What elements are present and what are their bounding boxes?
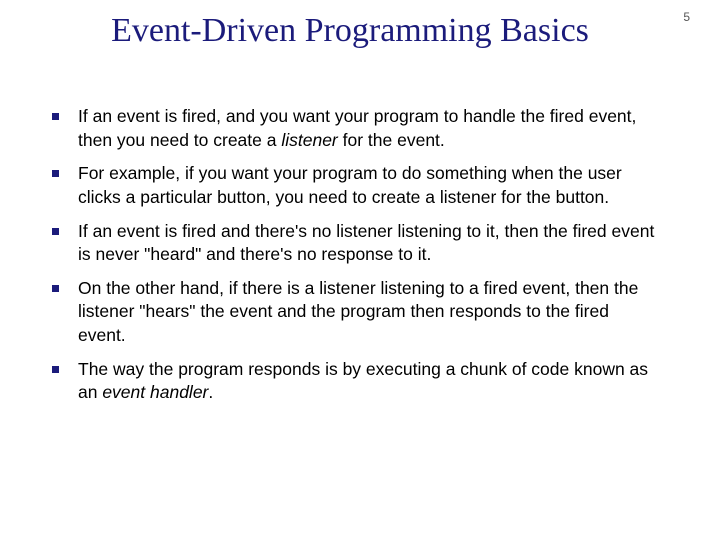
bullet-text-pre: If an event is fired and there's no list… xyxy=(78,221,654,265)
list-item: If an event is fired and there's no list… xyxy=(40,220,660,267)
slide: 5 Event-Driven Programming Basics If an … xyxy=(0,0,720,540)
list-item: If an event is fired, and you want your … xyxy=(40,105,660,152)
bullet-text-post: for the event. xyxy=(338,130,445,150)
slide-body: If an event is fired, and you want your … xyxy=(40,105,660,415)
bullet-text-post: . xyxy=(208,382,213,402)
bullet-text-em: listener xyxy=(281,130,337,150)
list-item: For example, if you want your program to… xyxy=(40,162,660,209)
slide-title: Event-Driven Programming Basics xyxy=(0,12,720,50)
bullet-text-pre: On the other hand, if there is a listene… xyxy=(78,278,638,345)
bullet-list: If an event is fired, and you want your … xyxy=(40,105,660,405)
list-item: The way the program responds is by execu… xyxy=(40,358,660,405)
bullet-text-em: event handler xyxy=(102,382,208,402)
list-item: On the other hand, if there is a listene… xyxy=(40,277,660,348)
bullet-text-pre: For example, if you want your program to… xyxy=(78,163,622,207)
